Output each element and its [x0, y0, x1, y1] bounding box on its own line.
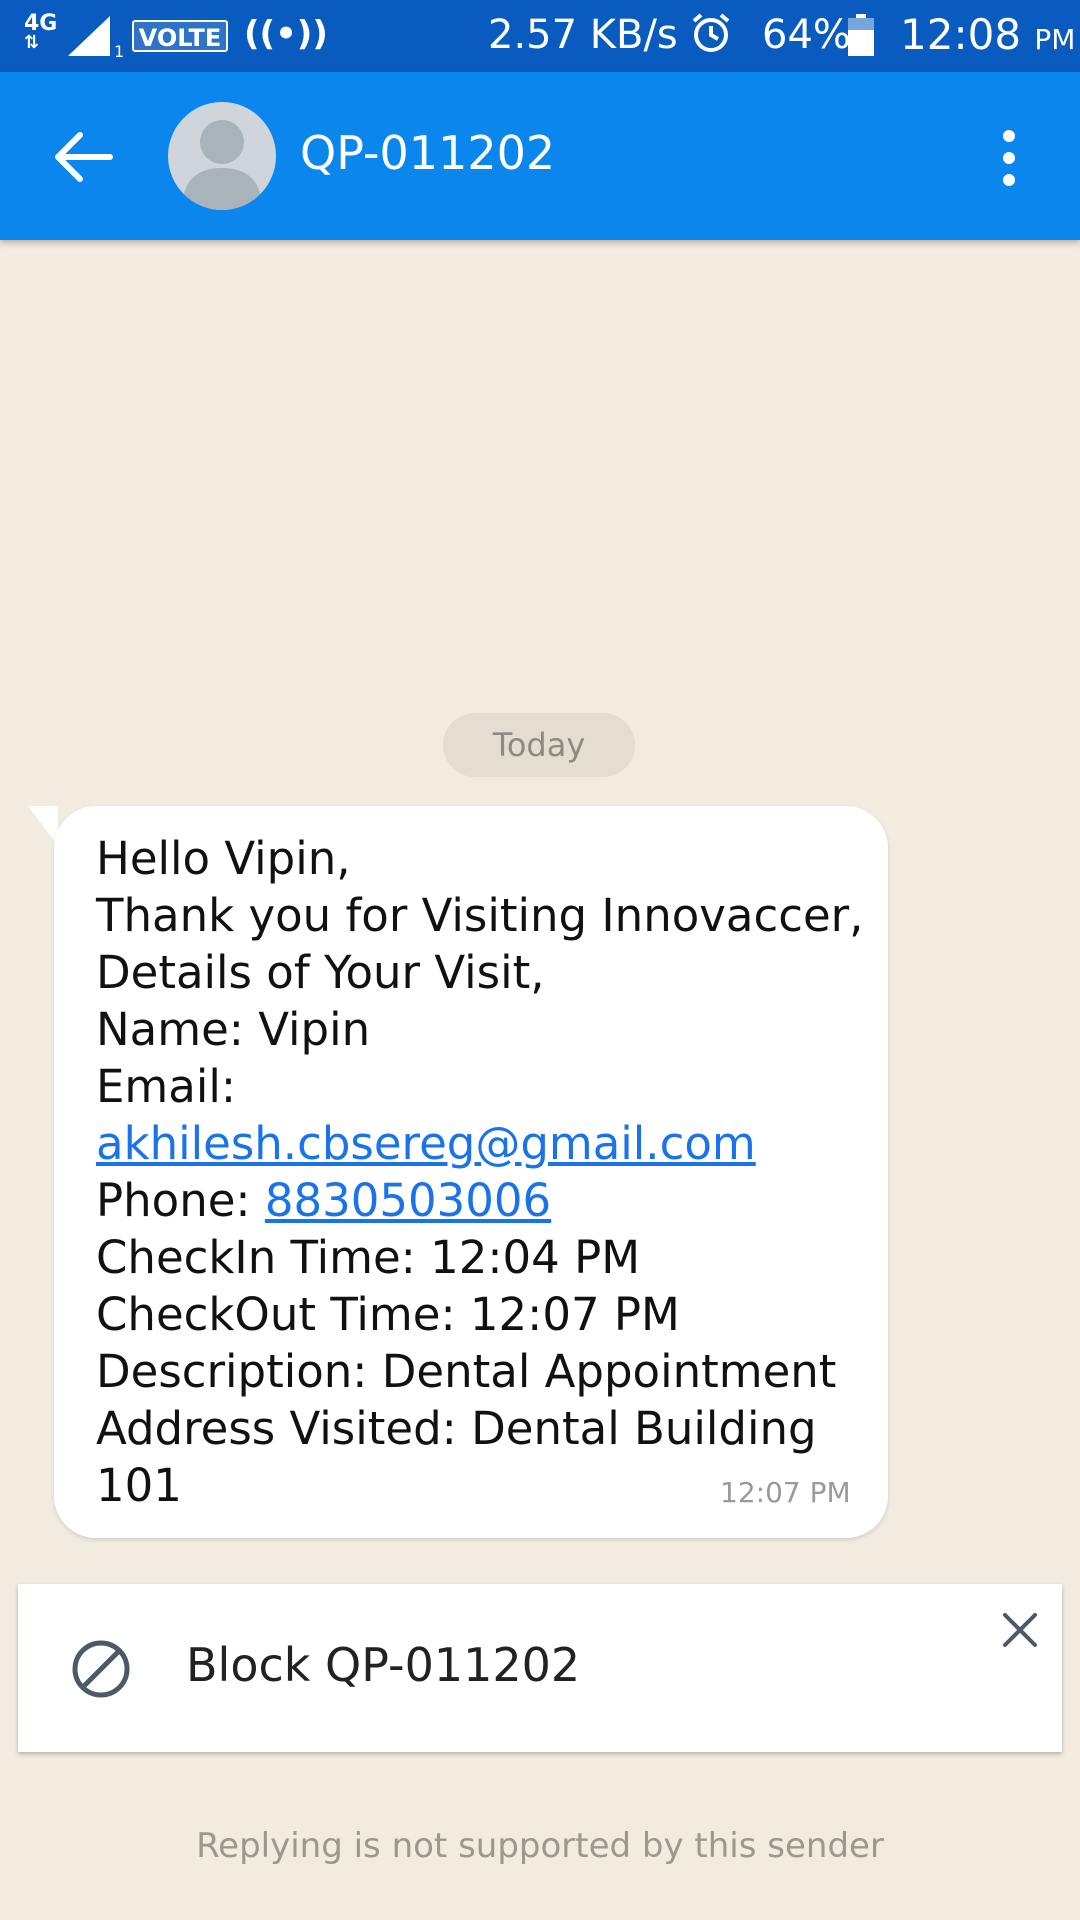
close-icon[interactable]	[1000, 1610, 1040, 1650]
hotspot-icon: ((•))	[244, 14, 328, 54]
contact-name[interactable]: QP-011202	[300, 126, 555, 180]
phone-link[interactable]: 8830503006	[265, 1174, 551, 1227]
message-line: Description: Dental Appointment	[96, 1345, 837, 1398]
network-type-indicator: 4G ⇅	[24, 13, 57, 53]
message-text: Hello Vipin, Thank you for Visiting Inno…	[96, 830, 864, 1514]
message-line: Address Visited: Dental Building	[96, 1402, 817, 1455]
message-line: Email:	[96, 1060, 237, 1113]
network-activity-arrows: ⇅	[24, 32, 40, 53]
contact-avatar[interactable]	[168, 102, 276, 210]
bubble-tail	[28, 806, 58, 846]
reply-unsupported-note: Replying is not supported by this sender	[196, 1826, 884, 1866]
phone-label: Phone:	[96, 1174, 265, 1227]
clock: 12:08 PM	[900, 10, 1075, 59]
block-sender-card: Block QP-011202	[18, 1584, 1062, 1752]
clock-time: 12:08	[900, 10, 1022, 59]
back-arrow-icon[interactable]	[54, 130, 114, 184]
app-bar: QP-011202	[0, 72, 1080, 240]
date-divider: Today	[443, 713, 635, 777]
clock-ampm: PM	[1034, 23, 1076, 56]
message-line: Thank you for Visiting Innovaccer,	[96, 889, 864, 942]
alarm-icon	[692, 13, 730, 52]
block-sender-button[interactable]: Block QP-011202	[186, 1638, 580, 1692]
person-icon	[182, 120, 262, 210]
email-link[interactable]: akhilesh.cbsereg@gmail.com	[96, 1117, 756, 1170]
message-line: Details of Your Visit,	[96, 946, 545, 999]
battery-percentage: 64%	[762, 12, 851, 58]
block-icon	[72, 1640, 130, 1698]
message-line: CheckOut Time: 12:07 PM	[96, 1288, 680, 1341]
message-line: CheckIn Time: 12:04 PM	[96, 1231, 641, 1284]
signal-strength-icon	[68, 16, 110, 56]
message-timestamp: 12:07 PM	[720, 1476, 851, 1509]
more-options-icon[interactable]	[994, 128, 1024, 188]
sim-slot-label: 1	[114, 42, 125, 61]
network-speed: 2.57 KB/s	[488, 12, 678, 58]
volte-badge: VOLTE	[132, 20, 228, 52]
message-line: Hello Vipin,	[96, 832, 351, 885]
status-bar: 4G ⇅ 1 VOLTE ((•)) 2.57 KB/s 64% 12:08 P…	[0, 0, 1080, 72]
message-line: Name: Vipin	[96, 1003, 371, 1056]
battery-icon	[848, 14, 874, 56]
